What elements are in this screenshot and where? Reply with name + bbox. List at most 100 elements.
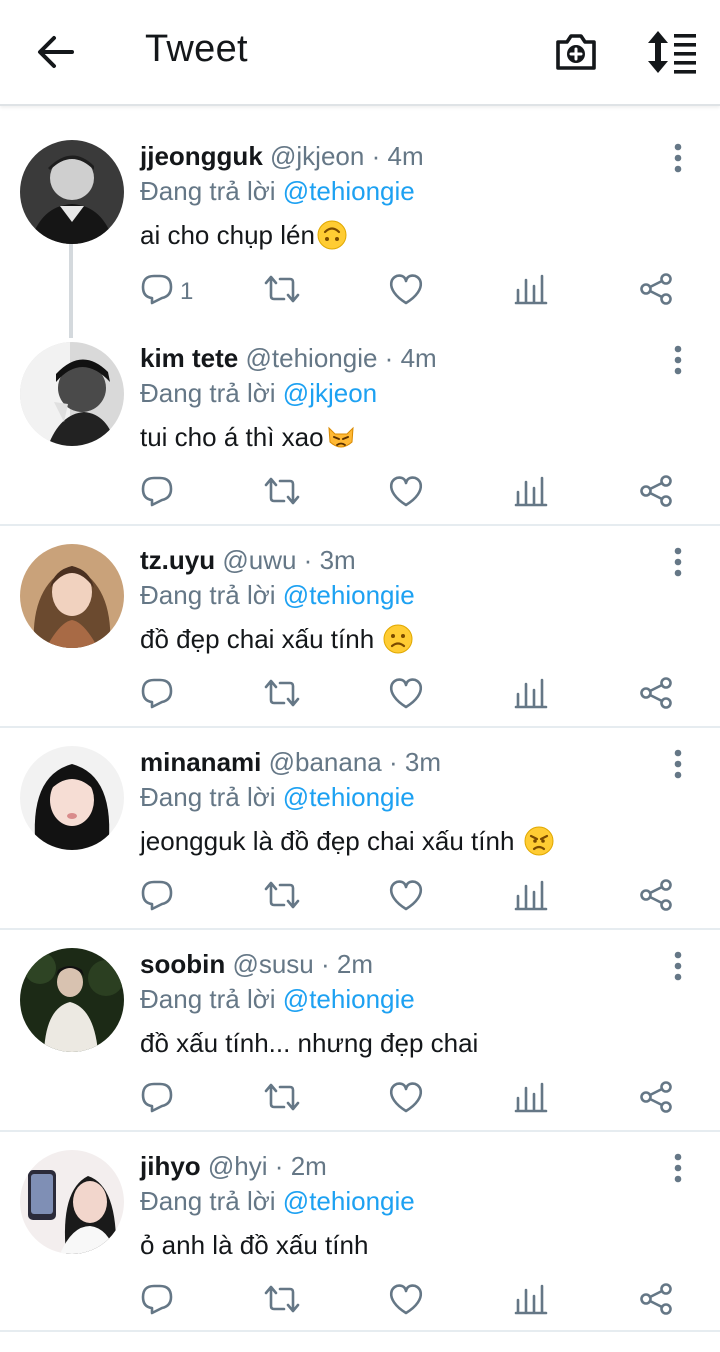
retweet-button[interactable]	[262, 1282, 302, 1322]
avatar[interactable]	[20, 140, 124, 244]
analytics-button[interactable]	[514, 474, 548, 514]
replying-to-handle[interactable]: @tehiongie	[283, 580, 415, 610]
replying-to-label: Đang trả lời	[140, 580, 276, 610]
tweet-text: tui cho á thì xao	[140, 420, 356, 454]
reply-button[interactable]	[140, 474, 210, 514]
reply-button[interactable]	[140, 1282, 210, 1322]
share-button[interactable]	[638, 474, 674, 514]
retweet-button[interactable]	[262, 676, 302, 716]
timestamp: 3m	[404, 747, 442, 777]
replying-to: Đang trả lời @tehiongie	[140, 781, 415, 813]
like-button[interactable]	[387, 676, 425, 716]
tweet-reply[interactable]: jihyo @hyi · 2m Đang trả lời @tehiongie …	[0, 1150, 720, 1352]
share-button[interactable]	[638, 1282, 674, 1322]
tweet-text-content: jeongguk là đồ đẹp chai xấu tính	[140, 826, 522, 856]
tweet-actions	[0, 474, 720, 514]
more-options-icon[interactable]	[664, 746, 692, 782]
author-name[interactable]: minanami	[140, 747, 261, 777]
tweet-header: soobin @susu · 2m	[140, 948, 373, 980]
tweet-text-content: đồ xấu tính... nhưng đẹp chai	[140, 1028, 479, 1058]
timestamp: 4m	[400, 343, 437, 373]
camera-add-icon[interactable]	[552, 28, 600, 76]
analytics-button[interactable]	[514, 878, 548, 918]
tweet-actions	[0, 1080, 720, 1120]
replying-to-handle[interactable]: @jkjeon	[283, 378, 377, 408]
like-button[interactable]	[387, 272, 425, 312]
author-handle: @hyi	[207, 1151, 268, 1181]
author-handle: @banana	[268, 747, 382, 777]
retweet-button[interactable]	[262, 474, 302, 514]
tweet-text-content: tui cho á thì xao	[140, 422, 324, 452]
retweet-button[interactable]	[262, 272, 302, 312]
more-options-icon[interactable]	[664, 544, 692, 580]
tweet-text-content: ỏ anh là đồ xấu tính	[140, 1230, 369, 1260]
analytics-button[interactable]	[514, 1282, 548, 1322]
like-button[interactable]	[387, 878, 425, 918]
replying-to-label: Đang trả lời	[140, 378, 276, 408]
tweet-text: ai cho chụp lén	[140, 218, 347, 252]
author-handle: @tehiongie	[245, 343, 378, 373]
like-button[interactable]	[387, 1080, 425, 1120]
back-arrow-icon[interactable]	[34, 30, 78, 74]
separator-dot: ·	[321, 949, 330, 979]
analytics-button[interactable]	[514, 272, 548, 312]
separator-dot: ·	[303, 545, 313, 575]
reply-button[interactable]	[140, 878, 210, 918]
author-name[interactable]: kim tete	[140, 343, 238, 373]
like-button[interactable]	[387, 474, 425, 514]
replying-to-handle[interactable]: @tehiongie	[283, 1186, 415, 1216]
sort-order-icon[interactable]	[644, 28, 700, 76]
tweet-header: jihyo @hyi · 2m	[140, 1150, 327, 1182]
analytics-button[interactable]	[514, 676, 548, 716]
replying-to-handle[interactable]: @tehiongie	[283, 176, 415, 206]
avatar[interactable]	[20, 1150, 124, 1254]
tweet-reply[interactable]: jjeongguk @jkjeon · 4m Đang trả lời @teh…	[0, 140, 720, 342]
tweet-reply[interactable]: tz.uyu @uwu · 3m Đang trả lời @tehiongie…	[0, 544, 720, 746]
tweet-reply[interactable]: minanami @banana · 3m Đang trả lời @tehi…	[0, 746, 720, 948]
author-name[interactable]: soobin	[140, 949, 225, 979]
avatar[interactable]	[20, 544, 124, 648]
page-title: Tweet	[145, 28, 248, 70]
share-button[interactable]	[638, 272, 674, 312]
reply-button[interactable]	[140, 676, 210, 716]
reply-button[interactable]	[140, 1080, 210, 1120]
author-handle: @uwu	[222, 545, 297, 575]
replying-to: Đang trả lời @tehiongie	[140, 175, 415, 207]
replying-to-label: Đang trả lời	[140, 176, 276, 206]
retweet-button[interactable]	[262, 1080, 302, 1120]
replying-to-label: Đang trả lời	[140, 984, 276, 1014]
replying-to: Đang trả lời @tehiongie	[140, 1185, 415, 1217]
upside-down-face-emoji	[317, 220, 347, 250]
replying-to-label: Đang trả lời	[140, 782, 276, 812]
avatar[interactable]	[20, 948, 124, 1052]
author-handle: @jkjeon	[270, 141, 365, 171]
tweet-divider	[0, 726, 720, 728]
more-options-icon[interactable]	[664, 342, 692, 378]
tweet-header: jjeongguk @jkjeon · 4m	[140, 140, 424, 172]
more-options-icon[interactable]	[664, 140, 692, 176]
author-name[interactable]: jihyo	[140, 1151, 201, 1181]
reply-button[interactable]: 1	[140, 272, 210, 312]
avatar[interactable]	[20, 746, 124, 850]
share-button[interactable]	[638, 878, 674, 918]
tweet-reply[interactable]: soobin @susu · 2m Đang trả lời @tehiongi…	[0, 948, 720, 1150]
tweet-actions: 1	[0, 272, 720, 312]
author-name[interactable]: jjeongguk	[140, 141, 263, 171]
separator-dot: ·	[384, 343, 394, 373]
timestamp: 2m	[290, 1151, 327, 1181]
more-options-icon[interactable]	[664, 1150, 692, 1186]
tweet-reply[interactable]: kim tete @tehiongie · 4m Đang trả lời @j…	[0, 342, 720, 544]
like-button[interactable]	[387, 1282, 425, 1322]
analytics-button[interactable]	[514, 1080, 548, 1120]
share-button[interactable]	[638, 1080, 674, 1120]
author-name[interactable]: tz.uyu	[140, 545, 215, 575]
replying-to-handle[interactable]: @tehiongie	[283, 984, 415, 1014]
avatar[interactable]	[20, 342, 124, 446]
more-options-icon[interactable]	[664, 948, 692, 984]
separator-dot: ·	[371, 141, 381, 171]
retweet-button[interactable]	[262, 878, 302, 918]
share-button[interactable]	[638, 676, 674, 716]
replying-to-handle[interactable]: @tehiongie	[283, 782, 415, 812]
tweet-header: kim tete @tehiongie · 4m	[140, 342, 437, 374]
tweet-text-content: ai cho chụp lén	[140, 220, 315, 250]
